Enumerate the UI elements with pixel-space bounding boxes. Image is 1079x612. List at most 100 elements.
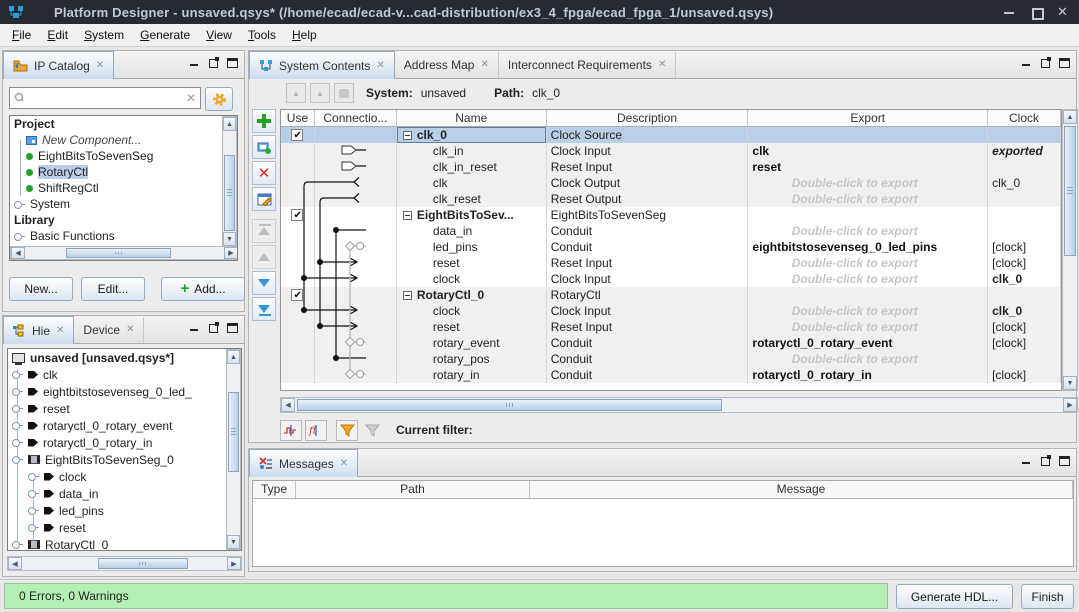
table-row[interactable]: led_pins Conduit eightbitstosevenseg_0_l… xyxy=(281,239,1061,255)
scroll-right-button[interactable]: ▶ xyxy=(224,247,238,259)
expand-handle-icon[interactable] xyxy=(12,387,23,396)
filter-button[interactable] xyxy=(336,420,358,441)
scrollbar-thumb[interactable] xyxy=(224,155,235,231)
scroll-up-button[interactable]: ▲ xyxy=(223,117,236,131)
hierarchy-module-eightbits[interactable]: EightBitsToSevenSeg_0 xyxy=(8,451,241,468)
tree-item-library[interactable]: Library xyxy=(10,212,237,228)
scroll-down-button[interactable]: ▼ xyxy=(223,232,236,246)
menu-edit[interactable]: Edit xyxy=(39,26,76,44)
collapse-handle-icon[interactable] xyxy=(12,455,23,464)
edit-component-toolbar-button[interactable] xyxy=(252,187,276,211)
scrollbar-thumb[interactable] xyxy=(1064,126,1076,256)
expand-handle-icon[interactable] xyxy=(12,438,23,447)
table-row[interactable]: RotaryCtl_0 RotaryCtl xyxy=(281,287,1061,303)
duplicate-component-button[interactable] xyxy=(252,135,276,159)
refresh-button[interactable] xyxy=(334,83,354,103)
scroll-left-button[interactable]: ◀ xyxy=(11,247,25,259)
hierarchy-item-clock[interactable]: clock xyxy=(8,468,241,485)
finish-button[interactable]: Finish xyxy=(1021,584,1074,609)
collapse-icon[interactable] xyxy=(403,291,412,300)
panel-float-icon[interactable] xyxy=(1041,59,1050,68)
window-restore-button[interactable] xyxy=(1030,6,1042,18)
move-bottom-button[interactable] xyxy=(252,297,276,321)
expand-handle-icon[interactable] xyxy=(28,472,39,481)
tab-messages[interactable]: Messages ✕ xyxy=(249,449,358,477)
menu-generate[interactable]: Generate xyxy=(132,26,198,44)
hierarchy-item-led-pins[interactable]: led_pins xyxy=(8,502,241,519)
ip-tree-horizontal-scrollbar[interactable]: ◀ ▶ xyxy=(10,246,238,260)
ip-search-input[interactable] xyxy=(27,91,182,105)
hierarchy-module-rotaryctl[interactable]: RotaryCtl_0 xyxy=(8,536,241,551)
scrollbar-thumb[interactable] xyxy=(98,558,188,569)
tree-item-eightbitstosevenseg[interactable]: EightBitsToSevenSeg xyxy=(10,148,237,164)
table-row[interactable]: reset Reset Input Double-click to export… xyxy=(281,319,1061,335)
tab-address-map[interactable]: Address Map ✕ xyxy=(395,52,499,78)
connections-graph[interactable] xyxy=(284,126,366,382)
hierarchy-horizontal-scrollbar[interactable]: ◀ ▶ xyxy=(7,556,242,571)
table-horizontal-scrollbar[interactable]: ◀ ▶ xyxy=(280,397,1078,413)
table-row[interactable]: clock Clock Input Double-click to export… xyxy=(281,303,1061,319)
show-interfaces-button[interactable]: ft xyxy=(305,420,327,441)
panel-minimize-icon[interactable] xyxy=(1021,456,1032,466)
column-use[interactable]: Use xyxy=(281,110,315,126)
table-row[interactable]: EightBitsToSev... EightBitsToSevenSeg xyxy=(281,207,1061,223)
edit-component-button[interactable]: Edit... xyxy=(81,277,145,301)
column-message[interactable]: Message xyxy=(530,481,1073,498)
table-row[interactable]: rotary_pos Conduit Double-click to expor… xyxy=(281,351,1061,367)
tab-close-icon[interactable]: ✕ xyxy=(56,326,64,336)
add-component-button[interactable]: +Add... xyxy=(161,277,245,301)
scroll-down-button[interactable]: ▼ xyxy=(1063,376,1077,390)
tab-hierarchy[interactable]: Hie ✕ xyxy=(3,316,74,344)
move-down-button[interactable] xyxy=(252,271,276,295)
tab-close-icon[interactable]: ✕ xyxy=(658,60,666,70)
panel-maximize-icon[interactable] xyxy=(227,323,238,333)
expand-handle-icon[interactable] xyxy=(28,523,39,532)
tab-system-contents[interactable]: System Contents ✕ xyxy=(249,51,395,79)
tab-close-icon[interactable]: ✕ xyxy=(96,61,104,71)
tree-item-rotaryctl[interactable]: RotaryCtl xyxy=(10,164,237,180)
table-row[interactable]: reset Reset Input Double-click to export… xyxy=(281,255,1061,271)
scroll-up-button[interactable]: ▲ xyxy=(1063,110,1077,124)
table-vertical-scrollbar[interactable]: ▲ ▼ xyxy=(1062,109,1078,391)
clear-search-icon[interactable]: ✕ xyxy=(186,91,196,105)
expand-all-button[interactable]: ▲ xyxy=(310,83,330,103)
expand-handle-icon[interactable] xyxy=(12,404,23,413)
panel-maximize-icon[interactable] xyxy=(227,58,238,68)
table-row[interactable]: rotary_in Conduit rotaryctl_0_rotary_in … xyxy=(281,367,1061,383)
tree-item-basic-functions[interactable]: Basic Functions xyxy=(10,228,237,244)
ip-catalog-settings-button[interactable] xyxy=(205,87,233,111)
table-row[interactable]: clk Clock Output Double-click to export … xyxy=(281,175,1061,191)
scroll-left-button[interactable]: ◀ xyxy=(281,398,295,412)
menu-view[interactable]: View xyxy=(198,26,240,44)
column-clock[interactable]: Clock xyxy=(988,110,1061,126)
table-row[interactable]: clk_in_reset Reset Input reset xyxy=(281,159,1061,175)
tab-close-icon[interactable]: ✕ xyxy=(340,459,348,469)
table-row[interactable]: data_in Conduit Double-click to export xyxy=(281,223,1061,239)
tab-ip-catalog[interactable]: IP Catalog ✕ xyxy=(3,51,114,79)
expand-handle-icon[interactable] xyxy=(12,421,23,430)
column-connections[interactable]: Connectio... xyxy=(315,110,397,126)
table-row[interactable]: clk_reset Reset Output Double-click to e… xyxy=(281,191,1061,207)
tab-close-icon[interactable]: ✕ xyxy=(126,325,134,335)
column-export[interactable]: Export xyxy=(748,110,988,126)
clear-filter-button[interactable] xyxy=(361,420,383,441)
scroll-right-button[interactable]: ▶ xyxy=(227,557,241,570)
menu-system[interactable]: System xyxy=(76,26,132,44)
expand-handle-icon[interactable] xyxy=(14,200,25,209)
expand-handle-icon[interactable] xyxy=(28,489,39,498)
tree-item-new-component[interactable]: New Component... xyxy=(10,132,237,148)
panel-float-icon[interactable] xyxy=(1041,457,1050,466)
hierarchy-vertical-scrollbar[interactable]: ▲ ▼ xyxy=(226,349,241,550)
move-up-button[interactable] xyxy=(252,245,276,269)
menu-help[interactable]: Help xyxy=(284,26,325,44)
scroll-left-button[interactable]: ◀ xyxy=(8,557,22,570)
table-row[interactable]: clock Clock Input Double-click to export… xyxy=(281,271,1061,287)
tree-item-shiftregctl[interactable]: ShiftRegCtl xyxy=(10,180,237,196)
collapse-icon[interactable] xyxy=(403,131,412,140)
panel-float-icon[interactable] xyxy=(209,59,218,68)
tree-item-system[interactable]: System xyxy=(10,196,237,212)
scrollbar-thumb[interactable] xyxy=(228,392,239,472)
column-path[interactable]: Path xyxy=(296,481,530,498)
expand-handle-icon[interactable] xyxy=(12,370,23,379)
ip-tree-vertical-scrollbar[interactable]: ▲ ▼ xyxy=(222,116,237,247)
